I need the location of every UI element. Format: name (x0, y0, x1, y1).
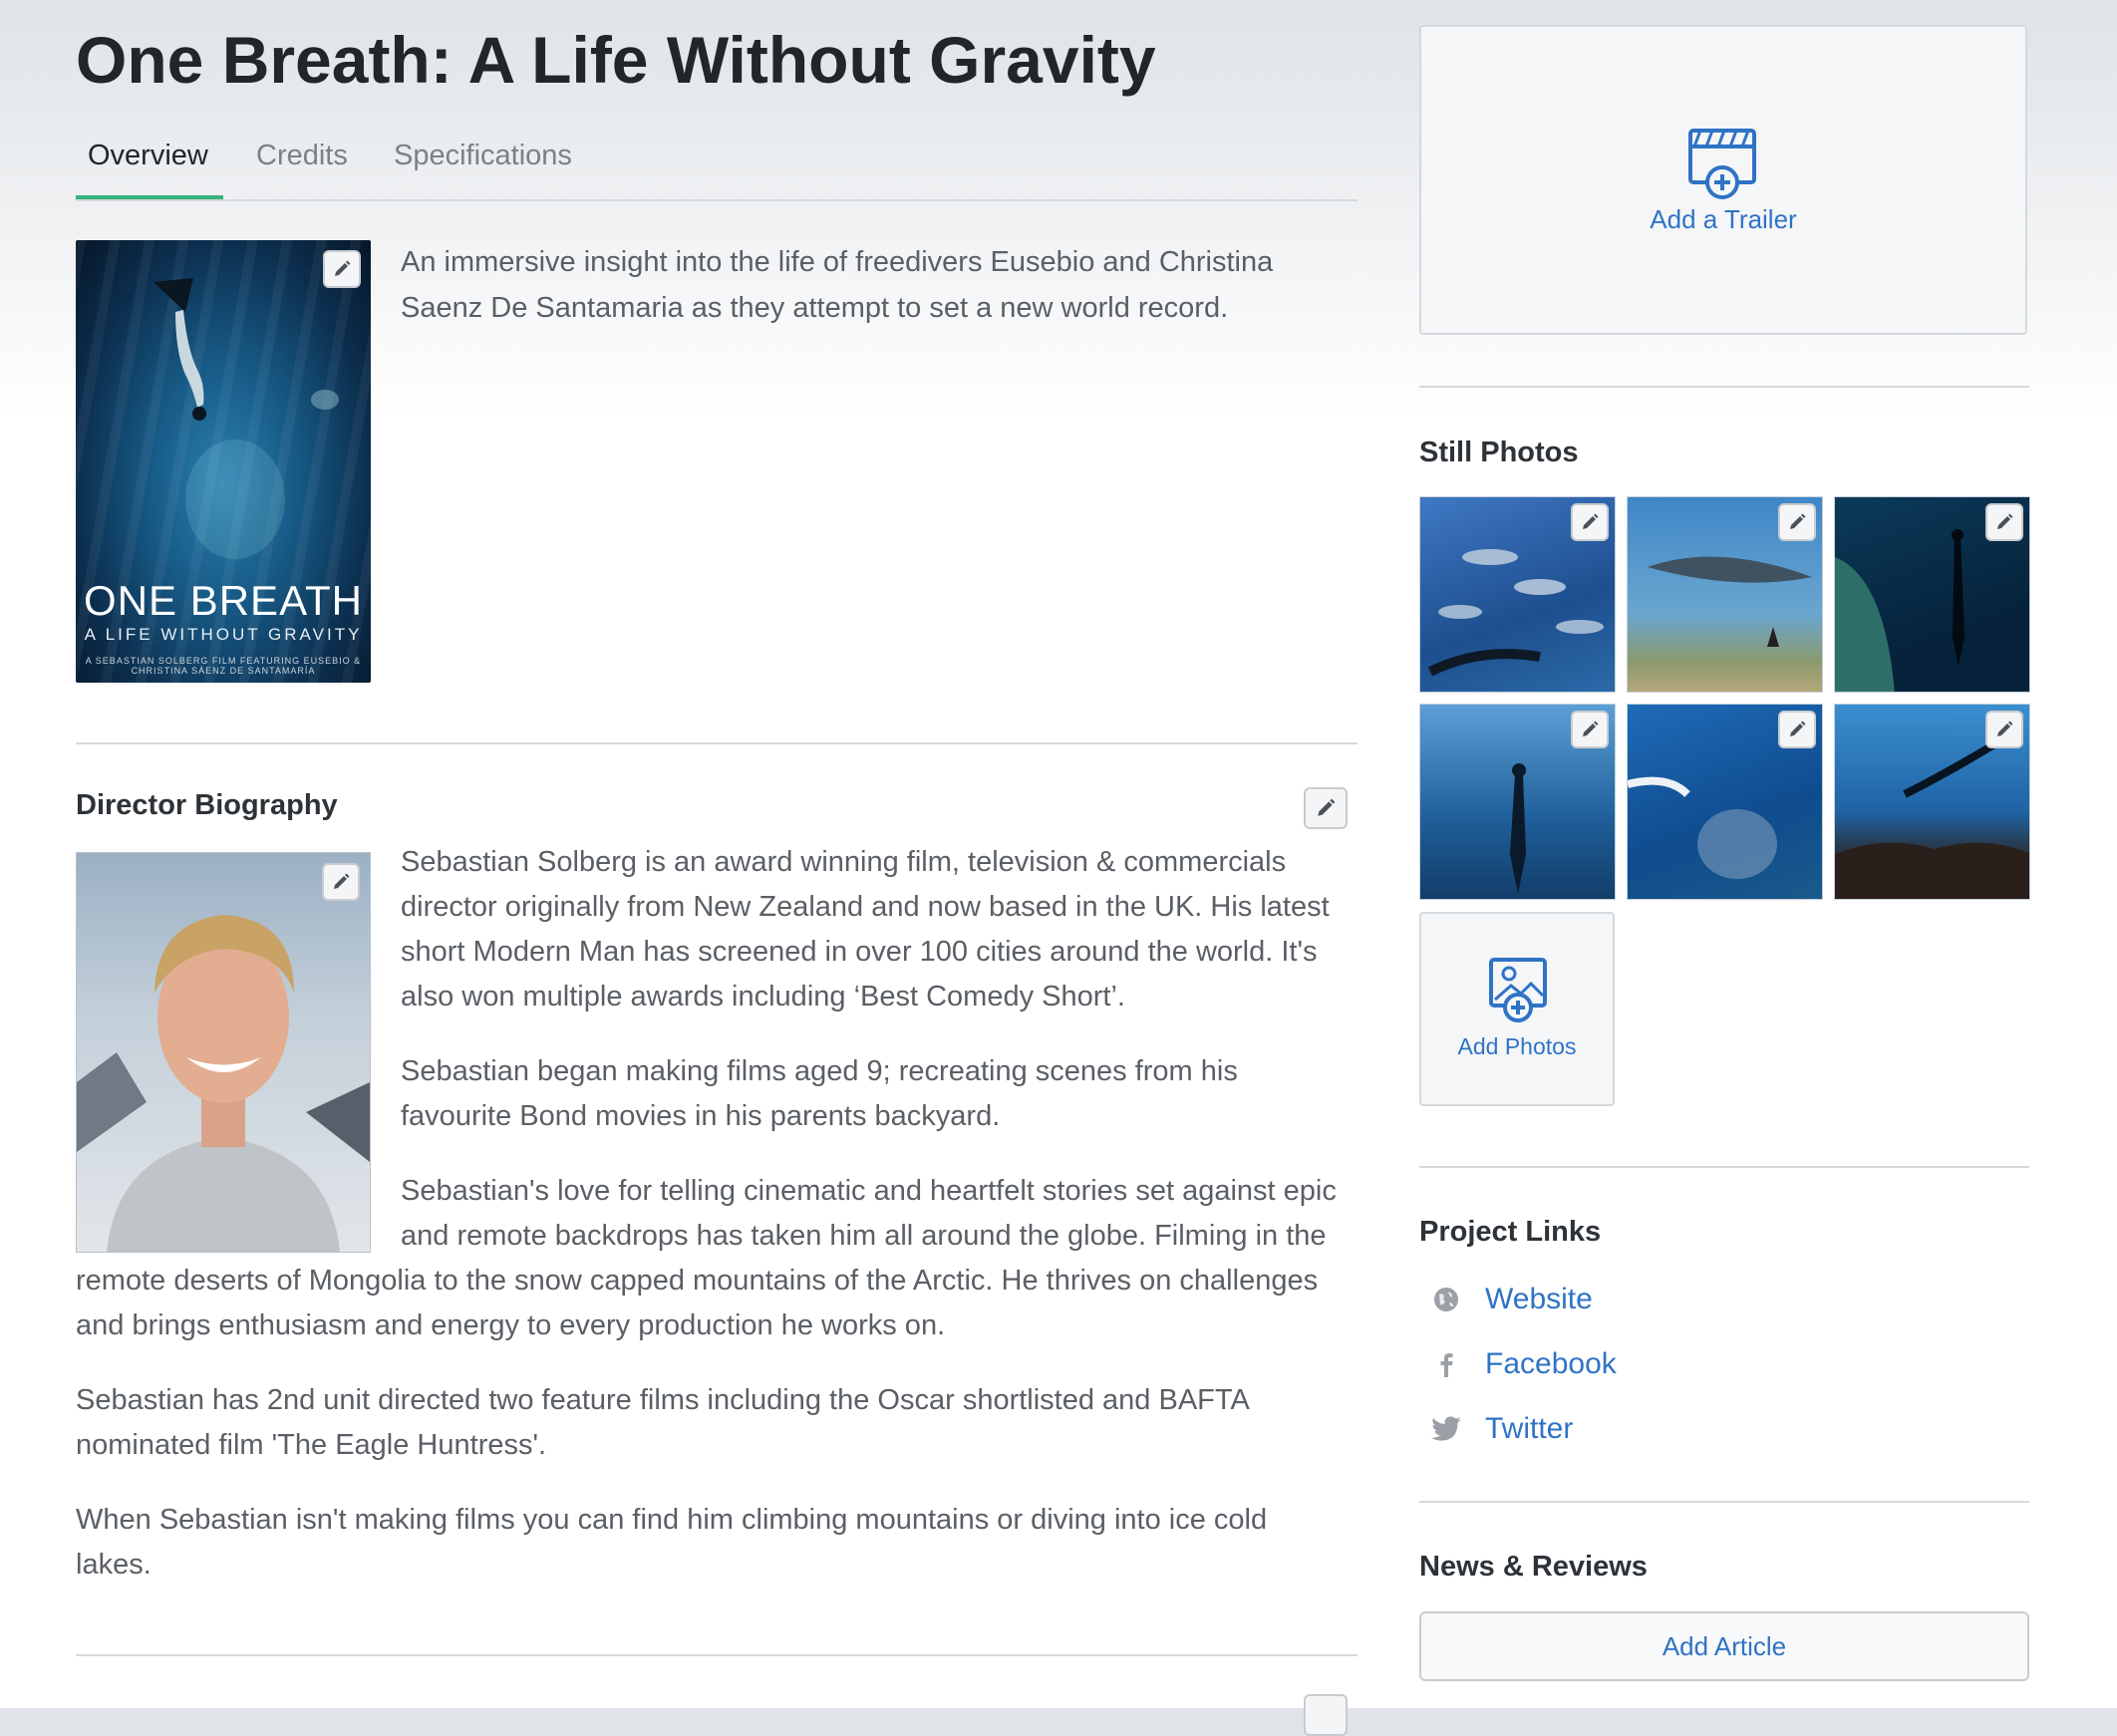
divider (1419, 1166, 2029, 1168)
pencil-icon (1790, 513, 1806, 529)
poster-title: ONE BREATH (84, 577, 363, 624)
pencil-icon (335, 260, 351, 276)
facebook-link[interactable]: Facebook (1485, 1347, 1617, 1381)
website-link[interactable]: Website (1485, 1283, 1593, 1316)
tab-credits[interactable]: Credits (256, 140, 348, 172)
twitter-link[interactable]: Twitter (1485, 1412, 1573, 1446)
pencil-icon (1997, 513, 2013, 529)
director-portrait (77, 915, 370, 1252)
project-link-twitter[interactable]: Twitter (1429, 1407, 1573, 1451)
divider (76, 1654, 1358, 1656)
director-biography-heading: Director Biography (76, 789, 338, 821)
divider (76, 742, 1358, 744)
pencil-icon (1583, 513, 1599, 529)
edit-still-button[interactable] (1985, 711, 2023, 748)
clapperboard-plus-icon (1688, 129, 1756, 199)
edit-section-button[interactable] (1304, 1694, 1348, 1736)
pencil-icon (1997, 721, 2013, 736)
edit-still-button[interactable] (1778, 503, 1816, 541)
project-link-facebook[interactable]: Facebook (1429, 1342, 1617, 1386)
twitter-icon (1429, 1412, 1463, 1446)
project-synopsis: An immersive insight into the life of fr… (401, 246, 1274, 324)
add-photos-button[interactable]: Add Photos (1419, 912, 1615, 1106)
page-title: One Breath: A Life Without Gravity (76, 23, 1156, 97)
still-photo-3[interactable] (1834, 496, 2030, 693)
still-photo-5[interactable] (1627, 704, 1823, 900)
tab-specifications[interactable]: Specifications (394, 140, 572, 172)
add-photos-label: Add Photos (1457, 1033, 1577, 1059)
edit-still-button[interactable] (1571, 503, 1609, 541)
project-links-heading: Project Links (1419, 1216, 1602, 1248)
pencil-icon (1583, 721, 1599, 736)
image-plus-icon (1489, 958, 1547, 1022)
poster-image: ONE BREATH A LIFE WITHOUT GRAVITY A SEBA… (76, 240, 371, 683)
add-trailer-button[interactable]: Add a Trailer (1419, 25, 2027, 335)
still-photo-2[interactable] (1627, 496, 1823, 693)
poster-subtitle: A LIFE WITHOUT GRAVITY (84, 625, 363, 644)
add-trailer-label: Add a Trailer (1650, 204, 1797, 234)
edit-biography-button[interactable] (1304, 787, 1348, 829)
facebook-icon (1429, 1347, 1463, 1381)
tab-bar: Overview Credits Specifications (76, 130, 1358, 201)
active-tab-indicator (76, 195, 223, 199)
pencil-icon (1790, 721, 1806, 736)
director-photo (76, 852, 371, 1253)
tab-overview[interactable]: Overview (88, 140, 208, 172)
globe-icon (1429, 1283, 1463, 1316)
poster-credits: A SEBASTIAN SOLBERG FILM FEATURING EUSEB… (85, 656, 362, 676)
edit-still-button[interactable] (1571, 711, 1609, 748)
still-photo-1[interactable] (1419, 496, 1616, 693)
pencil-icon (334, 873, 350, 889)
project-link-website[interactable]: Website (1429, 1278, 1593, 1321)
edit-still-button[interactable] (1985, 503, 2023, 541)
divider (1419, 1501, 2029, 1503)
edit-still-button[interactable] (1778, 711, 1816, 748)
news-reviews-heading: News & Reviews (1419, 1551, 1648, 1583)
still-photo-4[interactable] (1419, 704, 1616, 900)
edit-poster-button[interactable] (323, 250, 361, 288)
still-photos-heading: Still Photos (1419, 436, 1579, 468)
edit-director-photo-button[interactable] (322, 863, 360, 901)
pencil-icon (1318, 798, 1336, 816)
add-article-button[interactable]: Add Article (1419, 1611, 2029, 1681)
bio-paragraph: Sebastian has 2nd unit directed two feat… (76, 1384, 1249, 1461)
divider (1419, 386, 2029, 388)
still-photo-6[interactable] (1834, 704, 2030, 900)
bio-paragraph: When Sebastian isn't making films you ca… (76, 1504, 1268, 1581)
